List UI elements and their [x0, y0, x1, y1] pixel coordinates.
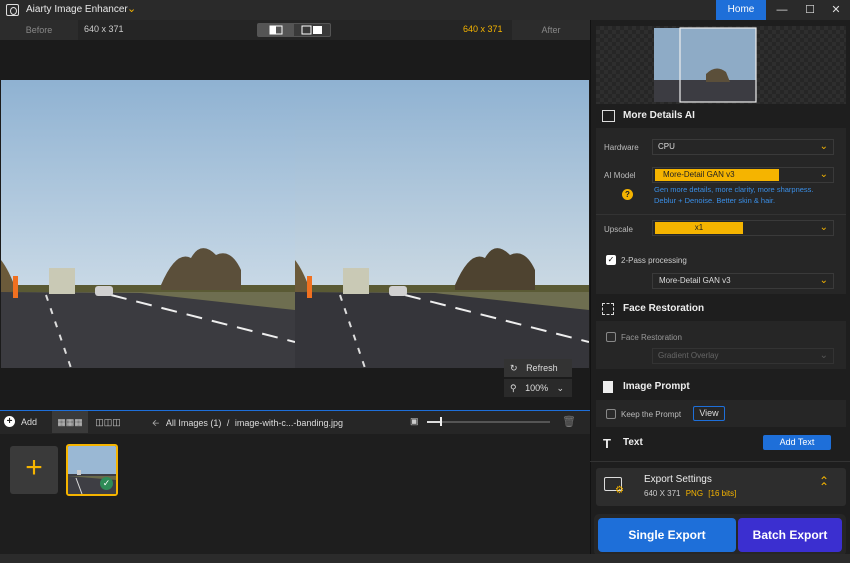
face-icon: [602, 303, 614, 315]
zoom-control[interactable]: ⚲ 100% ⌄: [504, 379, 572, 397]
upscale-label: Upscale: [604, 225, 633, 234]
slider-fill: [427, 421, 441, 423]
plus-circle-icon: +: [4, 416, 15, 427]
after-dimensions: 640 x 371: [463, 24, 503, 34]
more-details-title: More Details AI: [623, 110, 695, 121]
split-view-button[interactable]: [258, 24, 294, 36]
slider-handle[interactable]: [440, 417, 442, 426]
two-pass-model-value: More-Detail GAN v3: [659, 276, 731, 285]
face-restoration-header: Face Restoration: [596, 299, 846, 319]
arrow-left-icon[interactable]: 🡨: [152, 418, 159, 428]
export-format: PNG: [685, 489, 704, 498]
export-details: 640 X 371 PNG [16 bits]: [644, 489, 736, 498]
ai-model-label: AI Model: [604, 171, 636, 180]
side-by-side-view-button[interactable]: [294, 24, 330, 36]
refresh-label: Refresh: [526, 363, 558, 373]
keep-prompt-checkbox[interactable]: [606, 409, 616, 419]
add-label: Add: [21, 417, 38, 427]
home-button[interactable]: Home: [716, 0, 766, 20]
breadcrumb: 🡨 All Images (1) / image-with-c...-bandi…: [152, 416, 343, 432]
ai-model-value: More-Detail GAN v3: [655, 169, 779, 181]
image-prompt-header: Image Prompt: [596, 377, 846, 397]
divider: [590, 461, 850, 462]
ai-model-select[interactable]: More-Detail GAN v3 ⌄: [652, 167, 834, 183]
image-size-icon: ▣: [410, 416, 419, 426]
chevron-down-icon: ⌄: [819, 141, 828, 152]
gear-icon: ⚙: [615, 485, 624, 496]
add-text-button[interactable]: Add Text: [763, 435, 831, 450]
batch-export-button[interactable]: Batch Export: [738, 518, 842, 552]
refresh-icon: ↻: [510, 363, 518, 373]
hardware-value: CPU: [658, 142, 675, 151]
file-name: image-with-c...-banding.jpg: [234, 418, 343, 428]
navigator-preview: [596, 26, 846, 104]
keep-prompt-label: Keep the Prompt: [621, 410, 682, 419]
after-tab[interactable]: After: [512, 20, 590, 40]
chevron-down-icon: ⌄: [819, 350, 828, 361]
refresh-button[interactable]: ↻ Refresh: [504, 359, 572, 377]
more-details-header: More Details AI: [596, 106, 846, 126]
export-settings-title: Export Settings: [644, 474, 712, 485]
face-restoration-checkbox[interactable]: [606, 332, 616, 342]
document-icon: [603, 381, 613, 393]
upscale-value: x1: [655, 222, 743, 234]
chevron-down-icon: ⌄: [819, 275, 828, 286]
ai-model-description: Gen more details, more clarity, more sha…: [654, 184, 844, 206]
add-button[interactable]: + Add: [0, 411, 50, 433]
divider: [596, 214, 846, 215]
breadcrumb-separator: /: [226, 418, 230, 428]
chevron-double-up-icon[interactable]: ⌃ ⌃: [819, 475, 829, 493]
zoom-value: 100%: [525, 383, 549, 393]
export-settings[interactable]: [596, 468, 846, 506]
status-bar: [0, 554, 850, 563]
face-mode-select: Gradient Overlay ⌄: [652, 348, 834, 364]
text-title: Text: [623, 437, 643, 448]
help-icon[interactable]: ?: [622, 189, 633, 200]
app-title: Aiarty Image Enhancer: [26, 4, 128, 15]
export-dimensions: 640 X 371: [644, 489, 681, 498]
hardware-label: Hardware: [604, 143, 639, 152]
filmstrip-view-button[interactable]: ◫◫◫: [90, 411, 126, 433]
add-image-tile[interactable]: +: [10, 446, 58, 494]
image-prompt-title: Image Prompt: [623, 381, 690, 392]
app-logo-icon: [6, 4, 19, 16]
before-image: [1, 80, 295, 368]
ai-model-desc-line-2: Deblur + Denoise. Better skin & hair.: [654, 196, 776, 205]
after-image: [295, 80, 589, 368]
all-images-link[interactable]: All Images (1): [166, 418, 222, 428]
chevron-down-icon: ⌄: [819, 169, 828, 180]
export-bits: [16 bits]: [708, 489, 737, 498]
grid-icon: ▦▦▦: [57, 417, 83, 427]
hardware-select[interactable]: CPU ⌄: [652, 139, 834, 155]
single-export-button[interactable]: Single Export: [598, 518, 736, 552]
filmstrip-icon: ◫◫◫: [95, 417, 121, 427]
face-mode-value: Gradient Overlay: [658, 351, 719, 360]
text-icon: T: [603, 436, 611, 451]
upscale-select[interactable]: x1 ⌄: [652, 220, 834, 236]
before-dimensions: 640 x 371: [84, 24, 124, 34]
maximize-icon[interactable]: ☐: [796, 0, 824, 20]
zoom-icon: ⚲: [510, 383, 517, 393]
chevron-down-icon[interactable]: ⌄: [127, 2, 136, 15]
two-pass-label: 2-Pass processing: [621, 256, 687, 265]
before-tab[interactable]: Before: [0, 20, 78, 40]
grid-view-button[interactable]: ▦▦▦: [52, 411, 88, 433]
trash-icon[interactable]: 🗑: [562, 415, 576, 428]
minimize-icon[interactable]: —: [768, 0, 796, 20]
chevron-down-icon: ⌄: [819, 222, 828, 233]
two-pass-model-select[interactable]: More-Detail GAN v3 ⌄: [652, 273, 834, 289]
checkmark-icon: ✓: [100, 477, 113, 490]
compare-mode-toggle: [257, 23, 331, 37]
view-prompt-button[interactable]: View: [693, 406, 725, 421]
chevron-down-icon: ⌄: [556, 383, 564, 393]
thumbnail-size-slider[interactable]: [427, 421, 550, 423]
enhance-icon: [602, 110, 615, 122]
two-pass-checkbox[interactable]: ✓: [606, 255, 616, 265]
face-restoration-label: Face Restoration: [621, 333, 682, 342]
face-restoration-title: Face Restoration: [623, 303, 705, 314]
ai-model-desc-line-1: Gen more details, more clarity, more sha…: [654, 185, 814, 194]
close-icon[interactable]: ✕: [822, 0, 850, 20]
